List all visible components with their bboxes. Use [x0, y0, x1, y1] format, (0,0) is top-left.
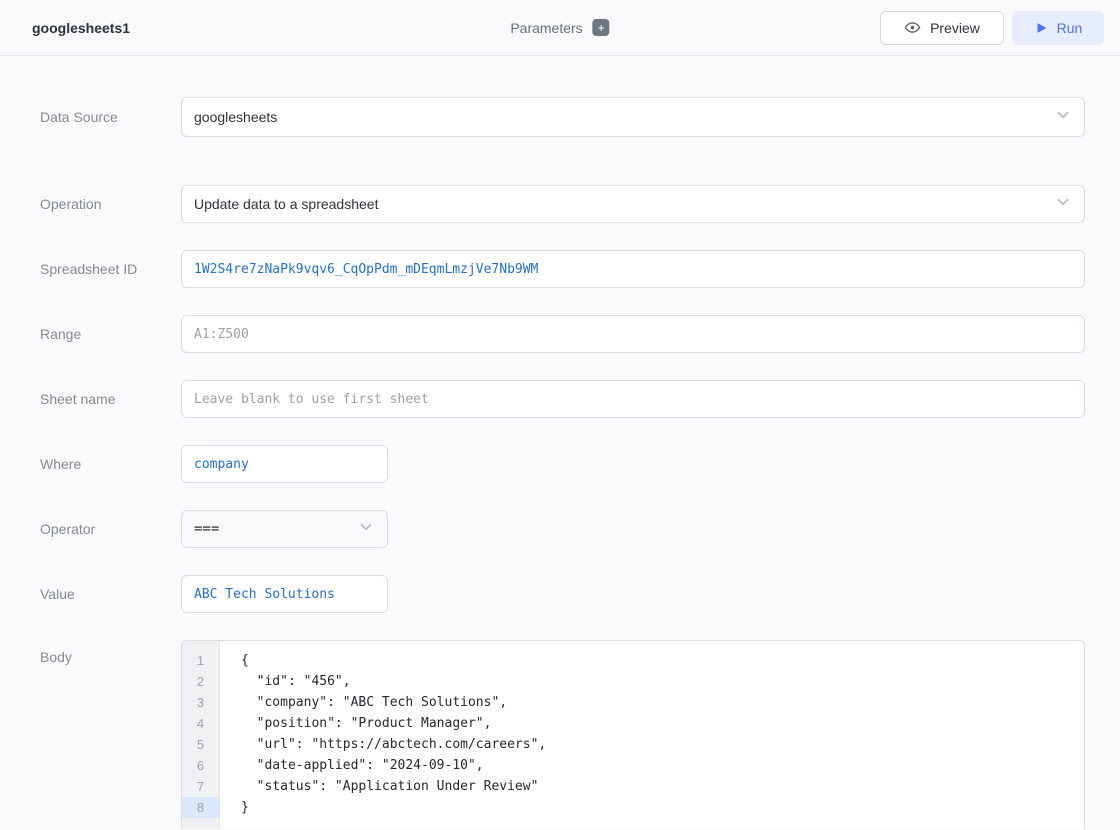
field-row-sheet-name: Sheet name Leave blank to use first shee… — [40, 380, 1085, 418]
operation-value: Update data to a spreadsheet — [194, 196, 378, 212]
code-content[interactable]: { "id": "456", "company": "ABC Tech Solu… — [220, 641, 1084, 829]
line-number: 7 — [182, 776, 219, 797]
code-line: "status": "Application Under Review" — [241, 776, 1084, 797]
line-number: 3 — [182, 692, 219, 713]
value-input[interactable]: ABC Tech Solutions — [181, 575, 388, 613]
line-number-gutter: 1 2 3 4 5 6 7 8 — [182, 641, 220, 829]
sheet-name-input[interactable]: Leave blank to use first sheet — [181, 380, 1085, 418]
operation-select[interactable]: Update data to a spreadsheet — [181, 185, 1085, 223]
field-row-value: Value ABC Tech Solutions — [40, 575, 1085, 613]
where-label: Where — [40, 456, 181, 472]
sheet-name-placeholder: Leave blank to use first sheet — [194, 392, 429, 407]
line-number: 1 — [182, 650, 219, 671]
add-parameter-button[interactable]: + — [593, 19, 610, 36]
code-line: "date-applied": "2024-09-10", — [241, 755, 1084, 776]
play-icon — [1034, 21, 1048, 35]
code-line: "id": "456", — [241, 671, 1084, 692]
code-line: { — [241, 650, 1084, 671]
body-code-editor[interactable]: 1 2 3 4 5 6 7 8 { "id": "456", "company"… — [181, 640, 1085, 829]
parameters-section: Parameters + — [510, 19, 609, 36]
code-line: "position": "Product Manager", — [241, 713, 1084, 734]
field-row-operator: Operator === — [40, 510, 1085, 548]
spreadsheet-id-value: 1W2S4re7zNaPk9vqv6_CqOpPdm_mDEqmLmzjVe7N… — [194, 262, 538, 277]
run-button[interactable]: Run — [1012, 11, 1104, 45]
code-line: "company": "ABC Tech Solutions", — [241, 692, 1084, 713]
operator-label: Operator — [40, 521, 181, 537]
where-value: company — [194, 457, 249, 472]
chevron-down-icon — [1054, 193, 1072, 216]
line-number: 5 — [182, 734, 219, 755]
operator-select[interactable]: === — [181, 510, 388, 548]
field-row-operation: Operation Update data to a spreadsheet — [40, 185, 1085, 223]
field-row-range: Range A1:Z500 — [40, 315, 1085, 353]
data-source-select[interactable]: googlesheets — [181, 97, 1085, 137]
spreadsheet-id-label: Spreadsheet ID — [40, 261, 181, 277]
field-row-where: Where company — [40, 445, 1085, 483]
line-number-active: 8 — [182, 797, 219, 818]
body-label: Body — [40, 640, 181, 665]
run-button-label: Run — [1057, 20, 1083, 36]
operation-label: Operation — [40, 196, 181, 212]
chevron-down-icon — [1054, 106, 1072, 129]
line-number: 6 — [182, 755, 219, 776]
value-value: ABC Tech Solutions — [194, 587, 335, 602]
query-name[interactable]: googlesheets1 — [32, 20, 130, 36]
spreadsheet-id-input[interactable]: 1W2S4re7zNaPk9vqv6_CqOpPdm_mDEqmLmzjVe7N… — [181, 250, 1085, 288]
line-number: 4 — [182, 713, 219, 734]
where-input[interactable]: company — [181, 445, 388, 483]
parameters-label: Parameters — [510, 20, 582, 36]
range-placeholder: A1:Z500 — [194, 327, 249, 342]
data-source-label: Data Source — [40, 109, 181, 125]
chevron-down-icon — [357, 518, 375, 541]
operator-value: === — [194, 521, 219, 537]
code-line: "url": "https://abctech.com/careers", — [241, 734, 1084, 755]
line-number: 2 — [182, 671, 219, 692]
data-source-value: googlesheets — [194, 109, 277, 125]
code-line: } — [241, 797, 1084, 818]
field-row-data-source: Data Source googlesheets — [40, 97, 1085, 137]
query-parameters-form: Data Source googlesheets Operation Updat… — [0, 56, 1120, 829]
range-input[interactable]: A1:Z500 — [181, 315, 1085, 353]
field-row-spreadsheet-id: Spreadsheet ID 1W2S4re7zNaPk9vqv6_CqOpPd… — [40, 250, 1085, 288]
sheet-name-label: Sheet name — [40, 391, 181, 407]
value-label: Value — [40, 586, 181, 602]
query-toolbar: googlesheets1 Parameters + Preview Run — [0, 0, 1120, 56]
field-row-body: Body 1 2 3 4 5 6 7 8 { "id": "456", "com… — [40, 640, 1085, 829]
range-label: Range — [40, 326, 181, 342]
eye-icon — [904, 19, 921, 36]
toolbar-actions: Preview Run — [880, 11, 1104, 45]
preview-button-label: Preview — [930, 20, 980, 36]
preview-button[interactable]: Preview — [880, 11, 1004, 45]
